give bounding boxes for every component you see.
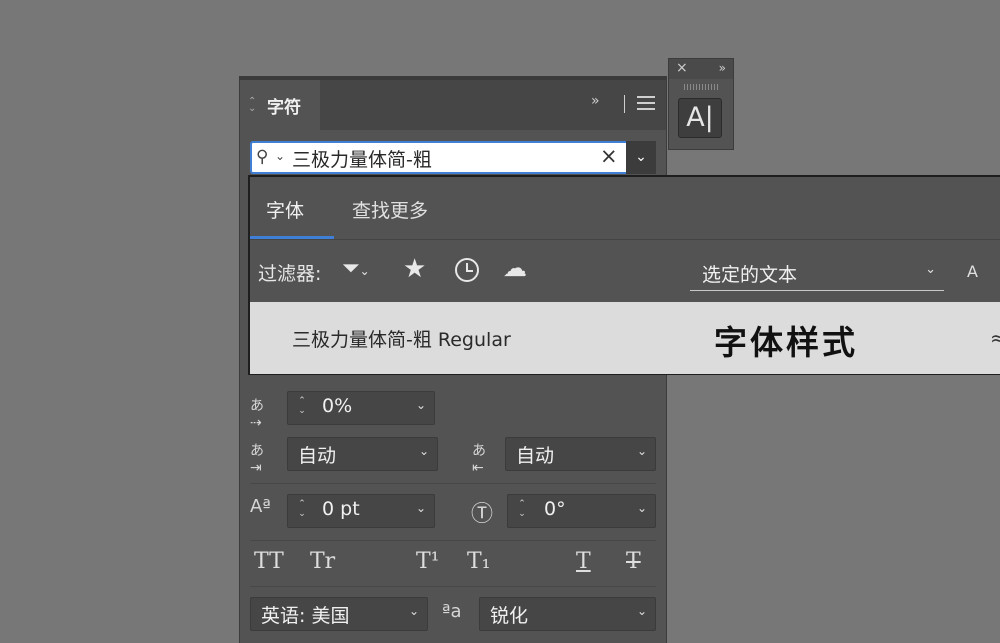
grip-icon[interactable] (684, 84, 718, 90)
chevron-down-icon: ⌄ (636, 604, 647, 618)
divider (250, 586, 656, 587)
stepper-icon[interactable]: ⌃ ⌄ (512, 499, 532, 519)
tsume-field[interactable]: ⌃ ⌄ 0% ⌄ (287, 391, 435, 425)
antialias-value: 锐化 (490, 605, 529, 627)
baseline-shift-value[interactable]: 0 pt (322, 498, 360, 520)
drag-handle-icon[interactable]: ⌃ ⌄ (248, 97, 256, 114)
expand-icon[interactable]: » (719, 61, 726, 75)
language-value: 英语: 美国 (261, 605, 350, 627)
aki-right-value: 自动 (516, 445, 555, 467)
superscript-button[interactable]: T¹ (416, 549, 440, 574)
tab-character[interactable]: ⌃ ⌄ 字符 (240, 80, 320, 130)
small-caps-button[interactable]: Tr (310, 549, 335, 574)
stepper-icon[interactable]: ⌃ ⌄ (292, 499, 312, 519)
star-icon[interactable]: ★ (403, 254, 426, 284)
aki-left-icon: あ ⇥ (250, 443, 264, 476)
baseline-shift-field[interactable]: ⌃ ⌄ 0 pt ⌄ (287, 494, 435, 528)
baseline-shift-icon: Aª (250, 496, 271, 517)
chevron-down-icon: ⌄ (418, 444, 429, 458)
tsume-value[interactable]: 0% (322, 395, 352, 417)
character-panel-button[interactable]: A| (678, 98, 722, 138)
filter-label: 过滤器: (258, 263, 322, 285)
character-rotation-field[interactable]: ⌃ ⌄ 0° ⌄ (507, 494, 656, 528)
font-result-sample: 字体样式 (714, 323, 858, 362)
divider (250, 540, 656, 541)
font-list-dropdown-button[interactable]: ⌄ (626, 141, 656, 174)
tab-fonts[interactable]: 字体 (266, 196, 304, 223)
strikethrough-button[interactable]: T (626, 549, 641, 574)
chevron-down-icon: ⌄ (636, 444, 647, 458)
subscript-button[interactable]: T₁ (467, 549, 491, 574)
mini-tool-panel: × » A| (668, 58, 734, 150)
character-rotation-icon: Ⓣ (471, 502, 494, 527)
filter-icon[interactable]: ⏷⌄ (342, 256, 370, 281)
preview-text-value: 选定的文本 (702, 264, 798, 286)
panel-menu-icon[interactable] (637, 96, 655, 110)
language-select[interactable]: 英语: 美国 ⌄ (250, 597, 428, 631)
chevron-down-icon: ⌄ (408, 604, 419, 618)
similar-fonts-icon[interactable]: ≈ (990, 326, 1000, 350)
stepper-icon[interactable]: ⌃ ⌄ (292, 396, 312, 416)
tab-find-more[interactable]: 查找更多 (352, 196, 428, 223)
chevron-down-icon[interactable]: ⌄ (416, 398, 426, 412)
chevron-down-icon[interactable]: ⌄ (416, 501, 426, 515)
antialias-icon: ªa (442, 601, 462, 622)
chevron-down-icon: ⌄ (925, 262, 936, 277)
aki-right-select[interactable]: 自动 ⌄ (505, 437, 656, 471)
divider (624, 95, 625, 113)
tsume-icon: あ ⇢ (250, 398, 264, 431)
font-search-field[interactable]: ⚲ ⌄ × ⌄ (250, 141, 656, 174)
clear-icon[interactable]: × (600, 144, 618, 168)
cloud-check-icon[interactable]: ☁ (503, 254, 527, 282)
aki-left-select[interactable]: 自动 ⌄ (287, 437, 438, 471)
divider (250, 483, 656, 484)
font-search-input[interactable] (292, 146, 592, 170)
aki-right-icon: あ ⇤ (472, 443, 486, 476)
divider (250, 239, 1000, 240)
underline-button[interactable]: T (576, 549, 591, 574)
chevron-down-icon[interactable]: ⌄ (637, 501, 647, 515)
preview-size-small-icon[interactable]: A (967, 262, 978, 281)
close-icon[interactable]: × (676, 60, 688, 76)
preview-text-select[interactable]: 选定的文本 ⌄ (690, 257, 944, 291)
search-icon[interactable]: ⚲ (256, 147, 268, 167)
aki-left-value: 自动 (298, 445, 337, 467)
character-rotation-value[interactable]: 0° (544, 498, 566, 520)
all-caps-button[interactable]: TT (254, 549, 284, 574)
tab-character-label: 字符 (267, 98, 301, 118)
chevron-down-icon[interactable]: ⌄ (275, 149, 285, 163)
font-result-name: 三极力量体简-粗 Regular (292, 329, 511, 351)
clock-icon[interactable] (455, 258, 479, 282)
collapse-icon[interactable]: » (591, 93, 599, 109)
antialias-select[interactable]: 锐化 ⌄ (479, 597, 656, 631)
